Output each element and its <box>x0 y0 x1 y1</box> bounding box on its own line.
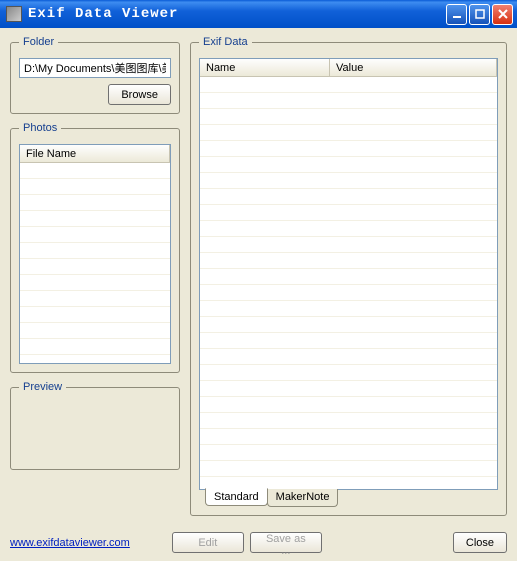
tab-standard[interactable]: Standard <box>205 488 268 506</box>
preview-box <box>19 403 171 461</box>
window-buttons <box>446 4 513 25</box>
tab-makernote[interactable]: MakerNote <box>267 489 339 507</box>
photos-legend: Photos <box>19 122 61 134</box>
saveas-button[interactable]: Save as ... <box>250 532 322 553</box>
photos-list[interactable]: File Name <box>19 144 171 364</box>
exif-col-value[interactable]: Value <box>330 59 497 76</box>
exif-group: Exif Data Name Value Standard MakerNote <box>190 36 507 516</box>
photos-list-header: File Name <box>20 145 170 163</box>
right-column: Exif Data Name Value Standard MakerNote <box>190 36 507 555</box>
folder-group: Folder Browse <box>10 36 180 114</box>
exif-list-body[interactable] <box>200 77 497 489</box>
left-column: Folder Browse Photos File Name Preview <box>10 36 180 555</box>
exif-tabs: Standard MakerNote <box>199 489 498 507</box>
minimize-button[interactable] <box>446 4 467 25</box>
close-button[interactable]: Close <box>453 532 507 553</box>
app-icon <box>6 6 22 22</box>
titlebar: Exif Data Viewer <box>0 0 517 28</box>
exif-list[interactable]: Name Value <box>199 58 498 490</box>
photos-group: Photos File Name <box>10 122 180 373</box>
edit-button[interactable]: Edit <box>172 532 244 553</box>
exif-col-name[interactable]: Name <box>200 59 330 76</box>
exif-legend: Exif Data <box>199 36 252 48</box>
folder-path-input[interactable] <box>19 58 171 78</box>
photos-list-body[interactable] <box>20 163 170 363</box>
maximize-button[interactable] <box>469 4 490 25</box>
preview-group: Preview <box>10 381 180 470</box>
browse-button[interactable]: Browse <box>108 84 171 105</box>
photos-col-filename[interactable]: File Name <box>20 145 170 162</box>
bottom-row: www.exifdataviewer.com Edit Save as ... … <box>10 532 507 553</box>
window-title: Exif Data Viewer <box>28 6 446 22</box>
preview-legend: Preview <box>19 381 66 393</box>
client-area: Folder Browse Photos File Name Preview E… <box>0 28 517 561</box>
exif-list-header: Name Value <box>200 59 497 77</box>
folder-legend: Folder <box>19 36 58 48</box>
website-link[interactable]: www.exifdataviewer.com <box>10 537 130 549</box>
close-window-button[interactable] <box>492 4 513 25</box>
